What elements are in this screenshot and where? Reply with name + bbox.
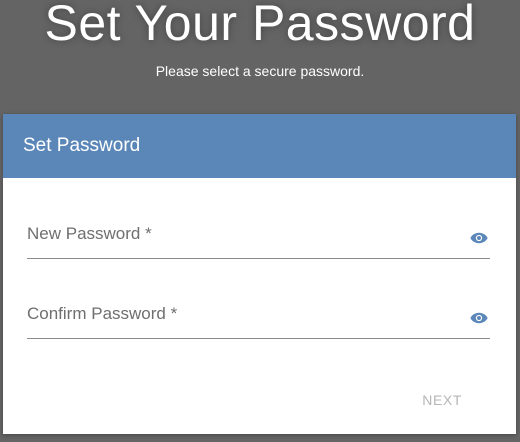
new-password-field[interactable]: New Password * <box>27 218 490 259</box>
eye-icon[interactable] <box>470 231 488 245</box>
confirm-password-input[interactable] <box>27 298 461 338</box>
next-button[interactable]: NEXT <box>416 388 468 412</box>
page-subtitle: Please select a secure password. <box>155 63 365 79</box>
page-title: Set Your Password <box>44 0 476 51</box>
eye-icon[interactable] <box>470 311 488 325</box>
new-password-input[interactable] <box>27 218 461 258</box>
card-header: Set Password <box>3 114 516 178</box>
card-title: Set Password <box>23 135 141 156</box>
set-password-card: Set Password New Password * Confirm Pass… <box>3 114 516 434</box>
confirm-password-field[interactable]: Confirm Password * <box>27 298 490 339</box>
